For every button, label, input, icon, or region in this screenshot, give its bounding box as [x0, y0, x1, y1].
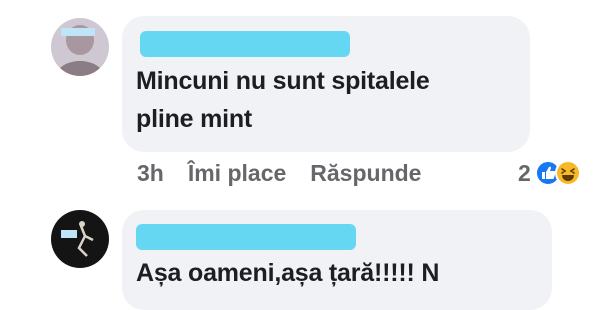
comment-text-line: pline mint: [136, 105, 253, 133]
commenter-avatar[interactable]: [51, 18, 109, 76]
comment-actions: 3h Îmi place Răspunde: [137, 158, 445, 188]
comment-text: Așa oameni,așa țară!!!!! N: [136, 259, 440, 287]
comment-text-line: Mincuni nu sunt spitalele: [136, 67, 430, 95]
comment-text: Mincuni nu sunt spitalele pline mint: [136, 62, 516, 138]
comment-bubble: Așa oameni,așa țară!!!!! N: [122, 210, 552, 310]
redacted-name: [136, 224, 356, 250]
haha-icon: [554, 160, 581, 186]
commenter-avatar[interactable]: [51, 210, 109, 268]
like-button[interactable]: Îmi place: [188, 160, 286, 187]
comment-timestamp[interactable]: 3h: [137, 160, 164, 187]
redacted-name: [140, 31, 350, 57]
comment-bubble: Mincuni nu sunt spitalele pline mint: [122, 16, 530, 152]
reply-button[interactable]: Răspunde: [310, 160, 421, 187]
reaction-count: 2: [518, 159, 531, 186]
reaction-summary[interactable]: 2: [518, 158, 581, 188]
